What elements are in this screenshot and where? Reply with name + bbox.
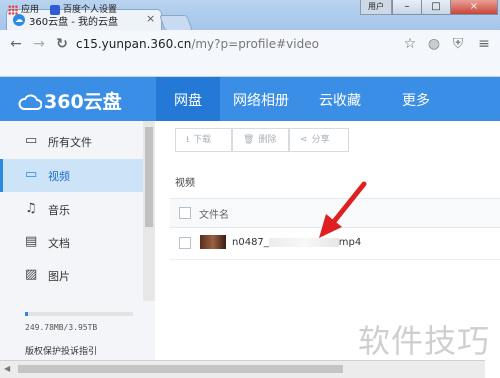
sidebar-item-label: 所有文件 <box>48 136 92 149</box>
bookmark-baidu-label: 百度个人设置 <box>63 5 118 15</box>
back-arrow-icon[interactable]: ← <box>6 34 26 54</box>
apps-grid-icon <box>8 4 18 15</box>
nav-wangpan[interactable]: 网盘 <box>174 90 202 110</box>
cloud-favicon-icon: ☁ <box>13 14 25 26</box>
menu-icon[interactable]: ≡ <box>474 34 494 54</box>
sidebar-item-documents[interactable]: ▤ 文档 <box>0 226 143 259</box>
new-tab-button[interactable] <box>159 15 193 31</box>
nav-more[interactable]: 更多 <box>402 90 430 110</box>
scroll-left-icon[interactable]: ◀ <box>4 364 10 373</box>
reload-icon[interactable]: ↻ <box>52 34 72 54</box>
bookmarks-bar <box>0 58 500 77</box>
tab-close-button[interactable]: × <box>146 12 155 25</box>
breadcrumb: 视频 <box>175 178 195 189</box>
bookmark-apps-label: 应用 <box>21 5 40 15</box>
horizontal-scroll-thumb[interactable] <box>18 365 343 373</box>
sidebar-item-label: 视频 <box>48 170 70 183</box>
download-label: 下载 <box>193 135 212 145</box>
bookmark-apps[interactable]: 应用 <box>8 2 39 15</box>
storage-quota-text: 249.78MB/3.95TB <box>25 323 98 332</box>
bookmark-star-icon[interactable]: ☆ <box>400 34 420 54</box>
document-icon: ▤ <box>25 234 38 249</box>
sidebar-item-label: 文档 <box>48 237 70 250</box>
share-button[interactable]: ⋖ 分享 <box>289 128 349 152</box>
maximize-button[interactable]: □ <box>421 0 451 15</box>
nav-cloud-favorites[interactable]: 云收藏 <box>319 90 361 110</box>
url-host: c15.yunpan.360.cn <box>76 37 192 51</box>
sidebar-item-video[interactable]: ▭ 视频 <box>0 159 146 192</box>
share-icon: ⋖ <box>300 135 308 145</box>
select-all-checkbox[interactable] <box>179 207 191 219</box>
tab-title: 360云盘 - 我的云盘 <box>29 17 119 28</box>
folder-icon: ▭ <box>25 133 38 148</box>
forward-arrow-icon[interactable]: → <box>29 34 49 54</box>
horizontal-scrollbar[interactable]: ◀ <box>0 360 485 378</box>
extension-globe-icon[interactable]: ◍ <box>424 34 444 54</box>
annotation-arrow-icon <box>319 181 367 238</box>
delete-label: 删除 <box>258 135 277 145</box>
copyright-complaint-link[interactable]: 版权保护投诉指引 <box>25 344 97 357</box>
address-bar[interactable]: c15.yunpan.360.cn/my?p=profile#video <box>76 37 319 51</box>
sidebar-item-label: 图片 <box>48 270 70 283</box>
share-label: 分享 <box>311 135 330 145</box>
column-filename[interactable]: 文件名 <box>199 206 229 221</box>
extension-shield-icon[interactable]: ⛨ <box>448 34 468 54</box>
user-profile-button[interactable]: 用户 <box>360 0 392 15</box>
sidebar-item-all-files[interactable]: ▭ 所有文件 <box>0 125 143 158</box>
video-icon: ▭ <box>25 167 38 182</box>
url-path: /my?p=profile#video <box>191 37 319 51</box>
row-checkbox[interactable] <box>179 237 191 249</box>
app-logo-text: 360云盘 <box>44 91 122 113</box>
watermark-text: 软件技巧 <box>358 322 491 360</box>
delete-button[interactable]: 🗑 删除 <box>232 128 289 152</box>
sidebar-item-music[interactable]: ♫ 音乐 <box>0 193 143 226</box>
trash-icon: 🗑 <box>243 135 255 145</box>
storage-quota-fill <box>25 312 28 316</box>
sidebar-scrollbar[interactable] <box>143 121 155 301</box>
download-icon: ⭳ <box>186 135 190 145</box>
file-name-prefix: n0487_ <box>232 237 269 248</box>
image-icon: ▨ <box>25 267 38 282</box>
video-thumbnail <box>200 235 226 249</box>
sidebar-scroll-thumb[interactable] <box>145 127 153 227</box>
app-logo[interactable]: 360云盘 <box>18 87 122 114</box>
cloud-logo-icon <box>18 94 43 110</box>
sidebar-item-images[interactable]: ▨ 图片 <box>0 259 143 292</box>
sidebar-item-label: 音乐 <box>48 204 70 217</box>
minimize-button[interactable]: – <box>392 0 422 15</box>
baidu-paw-icon <box>50 4 60 15</box>
download-button[interactable]: ⭳ 下载 <box>175 128 232 152</box>
nav-photo-album[interactable]: 网络相册 <box>233 90 289 110</box>
close-window-button[interactable]: × <box>450 0 498 15</box>
bookmark-baidu[interactable]: 百度个人设置 <box>50 2 117 15</box>
storage-quota-bar <box>25 312 133 316</box>
music-icon: ♫ <box>25 201 37 216</box>
